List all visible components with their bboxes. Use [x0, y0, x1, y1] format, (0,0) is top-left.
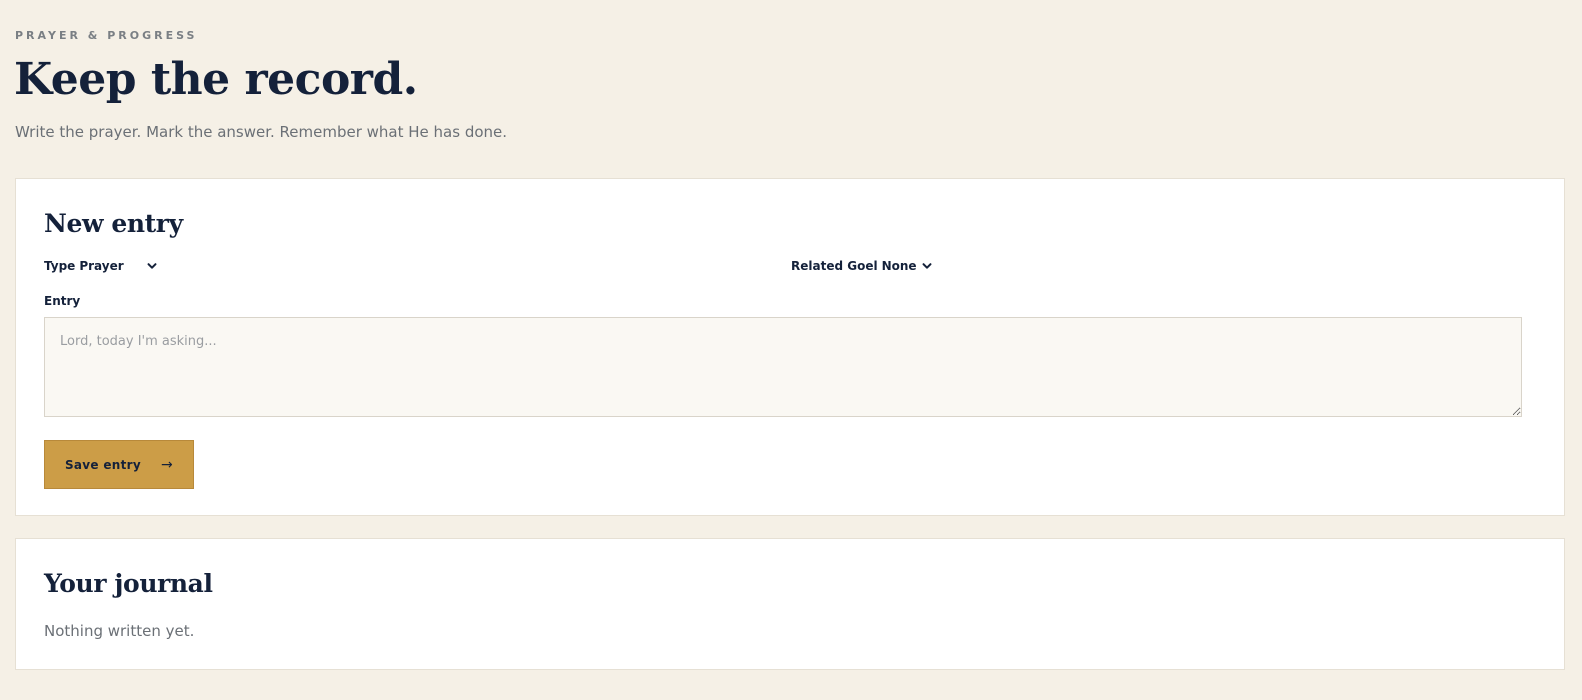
journal-card: Your journal Nothing written yet.	[15, 538, 1565, 670]
related-goal-field: Related Goel None	[791, 259, 933, 273]
chevron-down-icon	[922, 263, 932, 269]
related-goal-select-value: None	[881, 259, 917, 273]
type-select-value: Prayer	[79, 259, 124, 273]
page-subtitle: Write the prayer. Mark the answer. Remem…	[15, 123, 508, 141]
arrow-right-icon: →	[161, 456, 174, 473]
related-goal-label: Related Goel	[791, 259, 878, 273]
type-label: Type	[44, 259, 76, 273]
entry-textarea[interactable]	[44, 317, 1522, 417]
page: PRAYER & PROGRESS Keep the record. Write…	[0, 0, 1582, 700]
new-entry-card: New entry Type Prayer Related Goel None …	[15, 178, 1565, 516]
related-goal-select[interactable]: None	[882, 259, 933, 273]
chevron-down-icon	[147, 263, 157, 269]
save-entry-button[interactable]: Save entry →	[44, 440, 194, 489]
journal-title: Your journal	[44, 569, 213, 598]
type-field: Type Prayer	[44, 259, 158, 273]
new-entry-title: New entry	[44, 209, 183, 238]
journal-empty-state: Nothing written yet.	[44, 622, 195, 640]
type-select[interactable]: Prayer	[79, 259, 157, 273]
entry-label: Entry	[44, 294, 81, 308]
save-entry-label: Save entry	[64, 457, 141, 472]
eyebrow-label: PRAYER & PROGRESS	[15, 29, 198, 42]
page-title: Keep the record.	[14, 54, 418, 105]
